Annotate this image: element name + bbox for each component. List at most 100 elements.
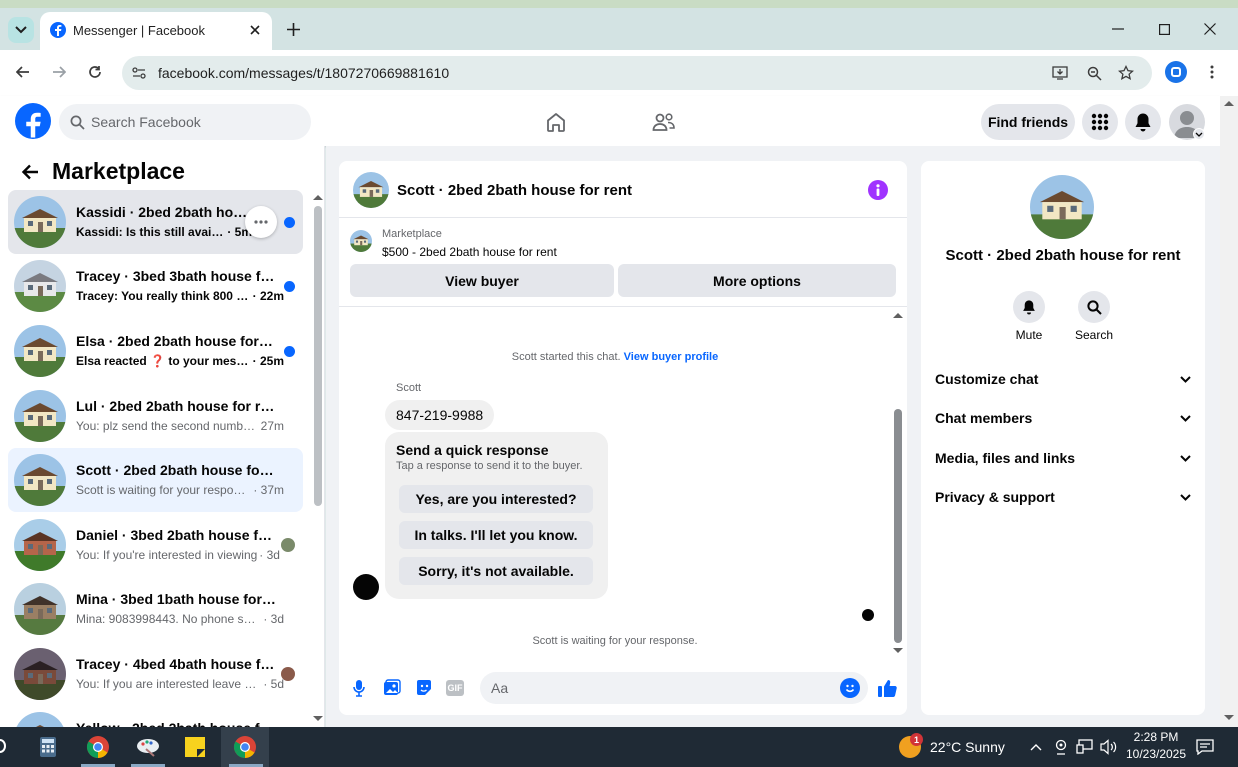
microphone-icon[interactable] bbox=[349, 678, 369, 698]
notification-center-icon[interactable] bbox=[1195, 738, 1215, 756]
info-icon[interactable] bbox=[868, 180, 888, 200]
conversation-item[interactable]: Kassidi · 2bed 2bath house for rent Kassi… bbox=[8, 190, 303, 254]
sticky-notes-app-icon[interactable] bbox=[183, 735, 207, 759]
tab-title: Messenger | Facebook bbox=[73, 23, 205, 38]
sidebar-scroll-thumb[interactable] bbox=[314, 206, 322, 506]
network-icon[interactable] bbox=[1075, 738, 1095, 756]
window-top-edge bbox=[0, 0, 1238, 8]
facebook-search-field[interactable]: Search Facebook bbox=[59, 104, 311, 140]
page-scrollbar[interactable] bbox=[1220, 96, 1238, 727]
seen-indicator bbox=[862, 609, 874, 621]
new-tab-icon[interactable] bbox=[283, 19, 303, 39]
camera-status-icon[interactable] bbox=[1052, 738, 1070, 756]
chevron-up-icon[interactable] bbox=[1028, 739, 1044, 755]
sidebar-scrollbar[interactable] bbox=[312, 192, 324, 724]
conversation-item[interactable]: Tracey · 3bed 3bath house for rent Tracey… bbox=[8, 254, 303, 318]
volume-icon[interactable] bbox=[1099, 738, 1119, 756]
conversation-item[interactable]: Mina · 3bed 1bath house for rent Mina: 90… bbox=[8, 577, 303, 641]
chrome-app-icon[interactable] bbox=[232, 734, 258, 760]
conversation-preview-row: You: If you're interested in viewing · 3d bbox=[76, 548, 284, 562]
conversation-preview: Tracey: You really think 800 for this ho… bbox=[76, 289, 251, 303]
find-friends-button[interactable]: Find friends bbox=[981, 104, 1075, 140]
listing-title[interactable]: $500 - 2bed 2bath house for rent bbox=[382, 245, 557, 259]
reload-icon[interactable] bbox=[84, 61, 106, 83]
listing-thumbnail bbox=[14, 519, 66, 571]
sticker-icon[interactable] bbox=[414, 678, 434, 698]
chat-started-notice: Scott started this chat. View buyer prof… bbox=[339, 351, 891, 363]
info-avatar[interactable] bbox=[1030, 175, 1094, 239]
emoji-icon[interactable] bbox=[840, 678, 860, 698]
message-bubble[interactable]: 847-219-9988 bbox=[385, 400, 495, 430]
bookmark-star-icon[interactable] bbox=[1116, 63, 1136, 83]
conversation-time: · 5d bbox=[263, 677, 284, 691]
notifications-bell-icon[interactable] bbox=[1125, 104, 1161, 140]
gif-icon[interactable]: GIF bbox=[446, 680, 464, 696]
conversation-title: Scott · 2bed 2bath house for rent bbox=[76, 462, 276, 478]
paint-app-icon[interactable] bbox=[135, 734, 161, 760]
conversation-item[interactable]: Lul · 2bed 2bath house for rent You: plz … bbox=[8, 384, 303, 448]
conversation-preview: Elsa reacted ❓ to your message bbox=[76, 354, 251, 368]
conversation-item[interactable]: Tracey · 4bed 4bath house for rent You: I… bbox=[8, 642, 303, 706]
account-chevron-icon[interactable] bbox=[1193, 128, 1205, 140]
mute-label[interactable]: Mute bbox=[999, 328, 1059, 342]
listing-thumbnail[interactable] bbox=[350, 230, 372, 252]
sender-avatar[interactable] bbox=[353, 574, 379, 600]
listing-thumbnail bbox=[14, 454, 66, 506]
friends-icon[interactable] bbox=[650, 108, 678, 136]
message-input[interactable]: Aa bbox=[480, 672, 868, 704]
chat-title[interactable]: Scott · 2bed 2bath house for rent bbox=[397, 182, 632, 199]
address-bar[interactable]: facebook.com/messages/t/1807270669881610 bbox=[122, 56, 1152, 90]
url-text: facebook.com/messages/t/1807270669881610 bbox=[158, 65, 450, 81]
clock-time[interactable]: 2:28 PM bbox=[1130, 730, 1182, 744]
back-arrow-icon[interactable] bbox=[12, 61, 34, 83]
back-arrow-icon[interactable] bbox=[18, 160, 42, 184]
site-settings-icon[interactable] bbox=[130, 64, 148, 82]
conversation-time: · 25m bbox=[252, 354, 284, 368]
search-icon[interactable] bbox=[0, 739, 6, 753]
conversation-item[interactable]: Scott · 2bed 2bath house for rent Scott i… bbox=[8, 448, 303, 512]
quick-response-in-talks-button[interactable]: In talks. I'll let you know. bbox=[399, 521, 593, 549]
conversation-item[interactable]: Daniel · 3bed 2bath house for rent You: I… bbox=[8, 513, 303, 577]
search-icon[interactable] bbox=[1078, 291, 1110, 323]
menu-grid-icon[interactable] bbox=[1082, 104, 1118, 140]
customize-chat-section[interactable]: Customize chat bbox=[935, 367, 1191, 391]
waiting-notice: Scott is waiting for your response. bbox=[532, 635, 698, 647]
photo-icon[interactable] bbox=[382, 678, 402, 698]
browser-menu-icon[interactable] bbox=[1202, 61, 1222, 83]
clock-date[interactable]: 10/23/2025 bbox=[1122, 747, 1190, 761]
media-files-links-section[interactable]: Media, files and links bbox=[935, 446, 1191, 470]
conversation-item[interactable]: Yellow · 2bed 2bath house for rent bbox=[8, 706, 303, 727]
conversation-preview: Kassidi: Is this still available bbox=[76, 225, 226, 239]
view-buyer-button[interactable]: View buyer bbox=[350, 264, 614, 297]
browser-tab[interactable]: Messenger | Facebook bbox=[40, 12, 272, 50]
quick-response-yes-button[interactable]: Yes, are you interested? bbox=[399, 485, 593, 513]
chat-scroll-thumb[interactable] bbox=[894, 409, 902, 643]
close-window-icon[interactable] bbox=[1198, 18, 1222, 40]
minimize-window-icon[interactable] bbox=[1106, 18, 1130, 40]
maximize-window-icon[interactable] bbox=[1152, 18, 1176, 40]
install-app-icon[interactable] bbox=[1050, 63, 1070, 83]
forward-arrow-icon[interactable] bbox=[48, 61, 70, 83]
facebook-logo-icon[interactable] bbox=[15, 103, 51, 139]
search-label[interactable]: Search bbox=[1064, 328, 1124, 342]
calculator-app-icon[interactable] bbox=[36, 735, 60, 759]
section-label: Privacy & support bbox=[935, 489, 1055, 505]
conversation-item[interactable]: Elsa · 2bed 2bath house for rent Elsa rea… bbox=[8, 319, 303, 383]
chat-scrollbar[interactable] bbox=[891, 309, 905, 657]
weather-text[interactable]: 22°C Sunny bbox=[930, 739, 1005, 755]
quick-response-not-available-button[interactable]: Sorry, it's not available. bbox=[399, 557, 593, 585]
tab-search-button[interactable] bbox=[8, 17, 34, 43]
more-options-icon[interactable] bbox=[245, 206, 277, 238]
zoom-icon[interactable] bbox=[1084, 63, 1104, 83]
privacy-support-section[interactable]: Privacy & support bbox=[935, 485, 1191, 509]
home-icon[interactable] bbox=[542, 108, 570, 136]
view-buyer-profile-link[interactable]: View buyer profile bbox=[624, 351, 719, 363]
more-options-button[interactable]: More options bbox=[618, 264, 896, 297]
close-tab-icon[interactable] bbox=[246, 21, 264, 39]
extension-icon[interactable] bbox=[1165, 61, 1187, 83]
chrome-app-icon[interactable] bbox=[85, 734, 111, 760]
mute-bell-icon[interactable] bbox=[1013, 291, 1045, 323]
chat-avatar[interactable] bbox=[353, 172, 389, 208]
chat-members-section[interactable]: Chat members bbox=[935, 406, 1191, 430]
thumbs-up-icon[interactable] bbox=[875, 676, 899, 700]
